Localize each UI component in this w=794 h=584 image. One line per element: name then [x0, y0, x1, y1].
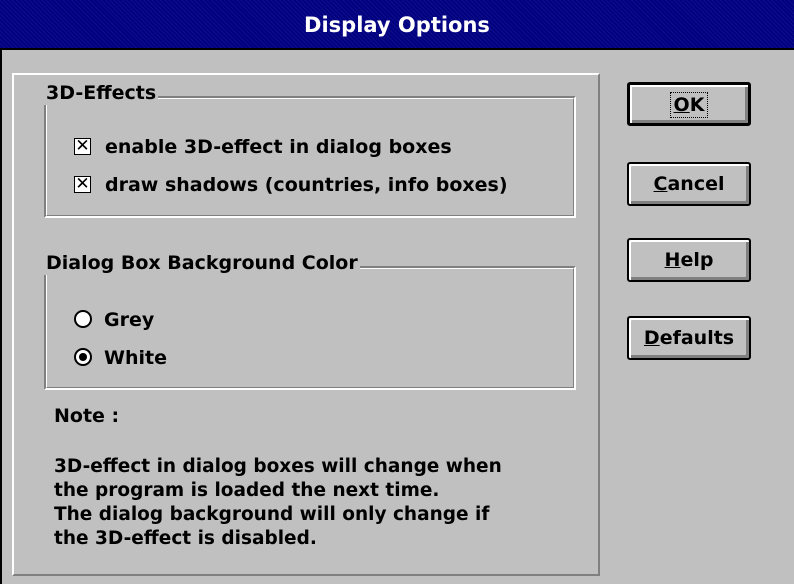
ok-button[interactable]: OK — [627, 82, 751, 126]
help-button[interactable]: Help — [627, 238, 751, 282]
grey-option[interactable]: Grey — [74, 306, 154, 334]
help-label-rest: elp — [680, 249, 714, 271]
window-title: Display Options — [304, 13, 490, 37]
grey-radio[interactable] — [74, 310, 92, 328]
checkmark-icon: ✕ — [75, 135, 90, 156]
defaults-mnemonic: D — [643, 327, 660, 349]
enable-3d-effect-label: enable 3D-effect in dialog boxes — [105, 136, 452, 158]
cancel-label-rest: ancel — [667, 173, 725, 195]
draw-shadows-option[interactable]: ✕ draw shadows (countries, info boxes) — [74, 171, 508, 199]
background-color-groupbox: Dialog Box Background Color Grey White — [44, 251, 576, 390]
enable-3d-effect-option[interactable]: ✕ enable 3D-effect in dialog boxes — [74, 133, 452, 161]
ok-mnemonic: O — [673, 94, 690, 116]
grey-label: Grey — [104, 309, 155, 331]
background-color-group-label: Dialog Box Background Color — [44, 251, 360, 275]
radio-selected-dot — [79, 353, 87, 361]
ok-label-rest: K — [689, 94, 705, 116]
white-radio[interactable] — [74, 348, 92, 366]
cancel-mnemonic: C — [653, 173, 668, 195]
effects-group-label: 3D-Effects — [44, 81, 159, 105]
help-mnemonic: H — [664, 249, 681, 271]
white-label: White — [104, 347, 167, 369]
defaults-button[interactable]: Defaults — [627, 316, 751, 360]
effects-groupbox: 3D-Effects ✕ enable 3D-effect in dialog b… — [44, 81, 576, 218]
enable-3d-effect-checkbox[interactable]: ✕ — [74, 135, 91, 156]
checkmark-icon: ✕ — [75, 173, 90, 194]
cancel-button[interactable]: Cancel — [627, 162, 751, 206]
draw-shadows-checkbox[interactable]: ✕ — [74, 173, 91, 194]
title-bar[interactable]: Display Options — [0, 0, 794, 50]
note-text: 3D-effect in dialog boxes will change wh… — [54, 456, 502, 549]
draw-shadows-label: draw shadows (countries, info boxes) — [105, 174, 508, 196]
focus-rectangle: OK — [669, 92, 709, 118]
white-option[interactable]: White — [74, 344, 167, 372]
defaults-label-rest: efaults — [659, 327, 735, 349]
note-heading: Note : — [54, 405, 120, 427]
